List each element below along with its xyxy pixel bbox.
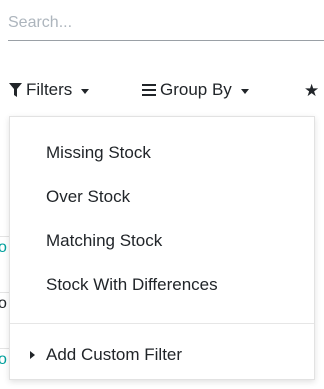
filter-option-over-stock[interactable]: Over Stock <box>46 187 130 207</box>
filters-button[interactable]: Filters <box>9 76 90 104</box>
chevron-down-icon <box>81 88 90 94</box>
list-item-text: o <box>0 295 7 313</box>
group-by-label: Group By <box>160 80 232 99</box>
filter-option-missing-stock[interactable]: Missing Stock <box>46 143 151 163</box>
favorites-button[interactable]: ★ <box>304 76 319 104</box>
add-custom-filter-button[interactable]: Add Custom Filter <box>30 345 182 365</box>
star-icon: ★ <box>304 80 320 100</box>
filter-option-stock-with-differences[interactable]: Stock With Differences <box>46 275 218 295</box>
caret-right-icon <box>30 351 35 359</box>
menu-divider <box>10 323 314 324</box>
group-by-button[interactable]: Group By <box>142 76 249 104</box>
filters-label: Filters <box>26 80 73 99</box>
search-input[interactable] <box>8 6 324 41</box>
search-toolbar: Filters Group By ★ <box>0 76 324 106</box>
search-panel: Filters Group By ★ o o o Missing Stock <box>0 0 324 389</box>
bars-icon <box>142 84 156 96</box>
funnel-icon <box>9 83 22 97</box>
search-bar <box>0 0 324 46</box>
list-item-text: o <box>0 351 7 369</box>
filters-dropdown: Missing Stock Over Stock Matching Stock … <box>9 116 315 380</box>
filter-option-matching-stock[interactable]: Matching Stock <box>46 231 162 251</box>
list-item-text: o <box>0 239 7 257</box>
chevron-down-icon <box>240 88 249 94</box>
add-custom-filter-label: Add Custom Filter <box>46 345 183 364</box>
